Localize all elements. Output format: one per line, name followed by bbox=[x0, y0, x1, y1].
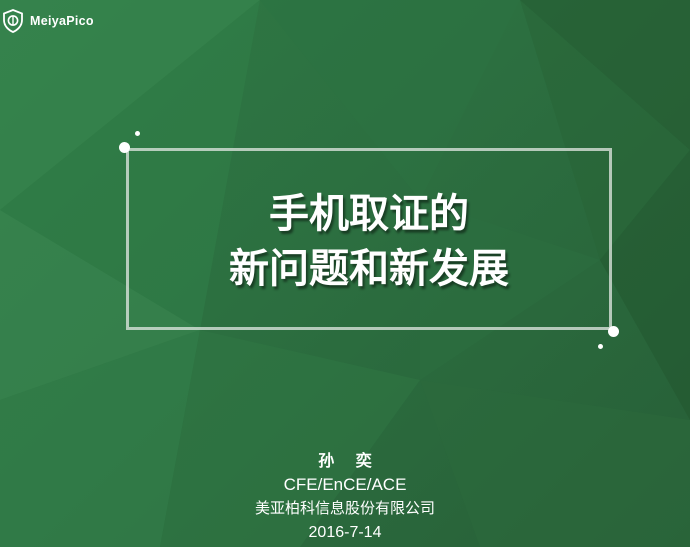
title-slide: MeiyaPico 手机取证的 新问题和新发展 孙 奕 CFE/EnCE/ACE… bbox=[0, 0, 690, 547]
presenter-credentials: CFE/EnCE/ACE bbox=[283, 475, 407, 494]
slide-title-line-2: 新问题和新发展 bbox=[229, 246, 509, 292]
presenter-company: 美亚柏科信息股份有限公司 bbox=[254, 499, 435, 517]
shield-logo-icon bbox=[3, 9, 23, 33]
presentation-date: 2016-7-14 bbox=[308, 524, 382, 541]
brand-logo: MeiyaPico bbox=[2, 8, 94, 34]
frame-accent-dot bbox=[598, 344, 603, 349]
frame-corner-dot bbox=[608, 326, 619, 337]
brand-name: MeiyaPico bbox=[30, 14, 94, 28]
title-frame bbox=[126, 148, 612, 330]
presenter-name: 孙 奕 bbox=[318, 451, 380, 470]
slide-title-line-1: 手机取证的 bbox=[269, 191, 469, 237]
frame-corner-dot bbox=[119, 142, 130, 153]
frame-accent-dot bbox=[135, 131, 140, 136]
